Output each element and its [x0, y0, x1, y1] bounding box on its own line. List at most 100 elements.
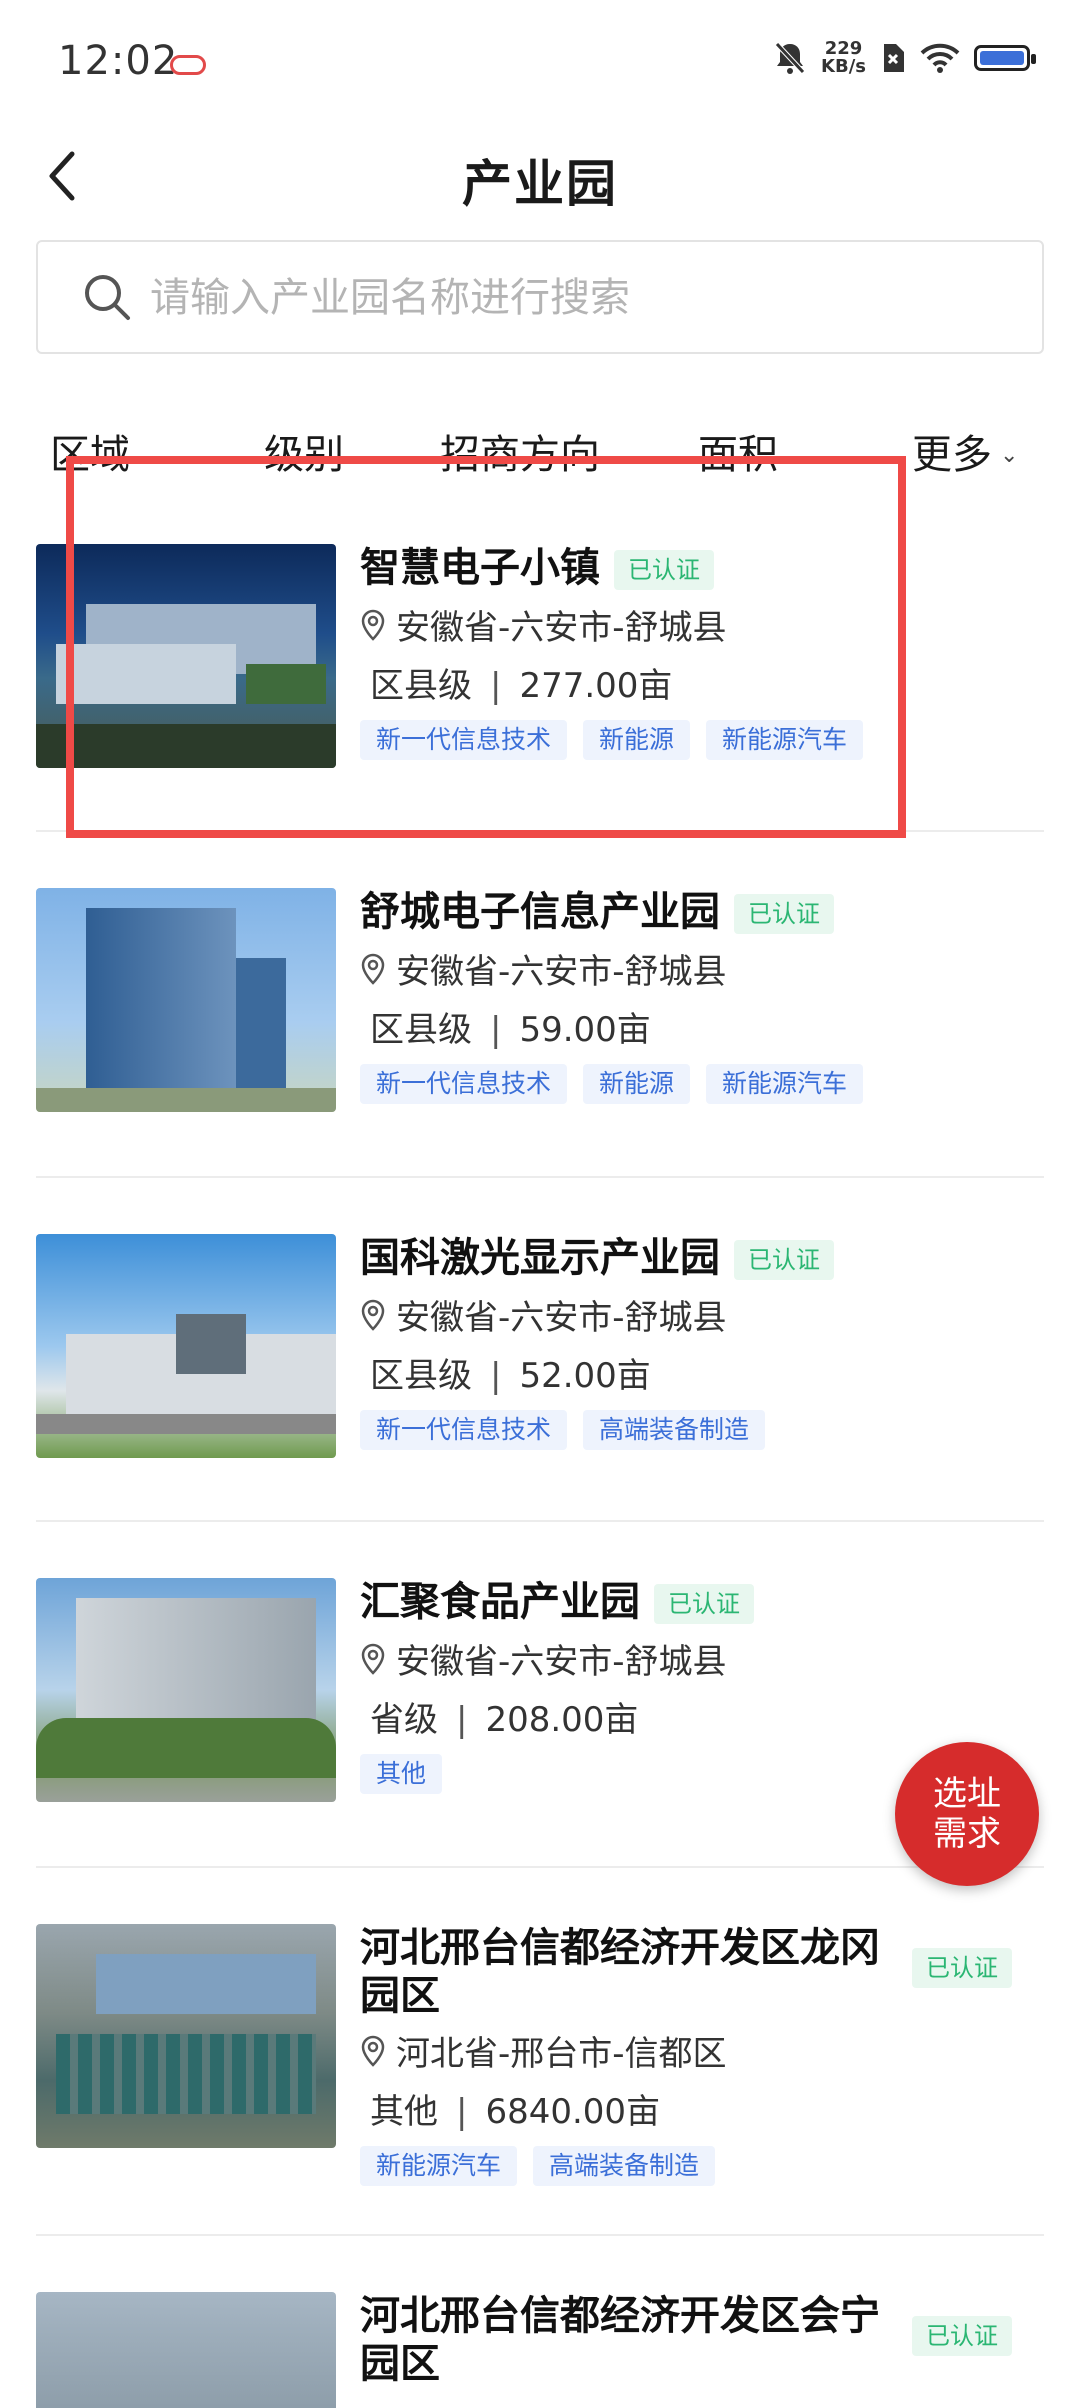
meta-separator: |	[456, 2092, 468, 2132]
park-card[interactable]: 国科激光显示产业园 已认证 安徽省-六安市-舒城县 区县级 | 52.00亩 新一代信…	[36, 1234, 1044, 1474]
park-location: 河北省-邢台市-信都区	[360, 2026, 727, 2075]
park-card[interactable]: 汇聚食品产业园 已认证 安徽省-六安市-舒城县 省级 | 208.00亩 其他	[36, 1578, 1044, 1818]
park-name-text: 智慧电子小镇	[360, 545, 600, 591]
park-thumbnail	[36, 1924, 336, 2148]
chevron-down-icon: ⌄	[352, 442, 371, 468]
park-card[interactable]: 智慧电子小镇 已认证 安徽省-六安市-舒城县 区县级 | 277.00亩 新一代信息技…	[36, 544, 1044, 784]
park-area: 208.00亩	[485, 1700, 639, 1740]
meta-separator: |	[490, 1356, 502, 1396]
park-area: 59.00亩	[519, 1010, 651, 1050]
park-name-text: 汇聚食品产业园	[360, 1579, 640, 1625]
filter-area-label: 面积	[698, 432, 778, 478]
verified-badge: 已认证	[734, 1240, 834, 1280]
location-pin-icon	[361, 1643, 385, 1675]
verified-badge: 已认证	[912, 1948, 1012, 1988]
park-meta: 区县级 | 277.00亩	[370, 658, 672, 707]
filter-investment-direction-label: 招商方向	[440, 432, 600, 478]
mute-bell-icon	[775, 42, 805, 74]
net-speed-unit: KB/s	[821, 56, 866, 77]
industry-tag: 新能源汽车	[360, 2146, 518, 2186]
park-name: 智慧电子小镇 已认证	[360, 544, 714, 592]
app-header: 产业园	[0, 120, 1080, 230]
park-location: 安徽省-六安市-舒城县	[360, 1290, 727, 1339]
net-speed: 229 KB/s	[821, 40, 866, 76]
status-bar: 12:02 229 KB/s	[0, 0, 1080, 120]
location-pin-icon	[361, 2035, 385, 2067]
search-bar[interactable]	[36, 240, 1044, 354]
divider	[36, 2234, 1044, 2236]
search-icon	[85, 275, 130, 320]
divider	[36, 1520, 1044, 1522]
park-card[interactable]: 舒城电子信息产业园 已认证 安徽省-六安市-舒城县 区县级 | 59.00亩 新一代信…	[36, 888, 1044, 1128]
industry-tag: 高端装备制造	[583, 1410, 766, 1450]
industry-tag: 其他	[360, 1754, 443, 1794]
park-tags: 其他	[360, 1754, 443, 1794]
filter-investment-direction[interactable]: 招商方向 ⌄	[440, 422, 626, 480]
location-pin-icon	[361, 1299, 385, 1331]
park-level: 区县级	[370, 666, 472, 706]
divider	[36, 1866, 1044, 1868]
park-name-line2: 园区	[360, 1973, 440, 2019]
status-time: 12:02	[58, 38, 179, 84]
filter-level[interactable]: 级别 ⌄	[264, 422, 370, 480]
park-location-text: 安徽省-六安市-舒城县	[396, 1642, 727, 1682]
park-location-text: 安徽省-六安市-舒城县	[396, 952, 727, 992]
filter-level-label: 级别	[264, 432, 344, 478]
park-thumbnail	[36, 1234, 336, 1458]
park-card[interactable]: 河北邢台信都经济开发区会宁 园区 已认证	[36, 2292, 1044, 2408]
park-tags: 新一代信息技术 新能源 新能源汽车	[360, 1064, 864, 1104]
industry-tag: 高端装备制造	[533, 2146, 716, 2186]
park-name: 河北邢台信都经济开发区会宁 园区	[360, 2292, 930, 2388]
park-name: 舒城电子信息产业园 已认证	[360, 888, 834, 936]
park-location: 安徽省-六安市-舒城县	[360, 944, 727, 993]
park-card[interactable]: 河北邢台信都经济开发区龙冈 园区 已认证 河北省-邢台市-信都区 其他 | 6840.…	[36, 1924, 1044, 2186]
park-thumbnail	[36, 888, 336, 1112]
park-meta: 省级 | 208.00亩	[370, 1692, 638, 1741]
park-level: 区县级	[370, 1010, 472, 1050]
park-name-line1: 河北邢台信都经济开发区会宁	[360, 2293, 880, 2339]
divider	[36, 830, 1044, 832]
park-name-line1: 河北邢台信都经济开发区龙冈	[360, 1925, 880, 1971]
verified-badge: 已认证	[734, 894, 834, 934]
park-name-line2: 园区	[360, 2341, 440, 2387]
filter-more[interactable]: 更多 ⌄	[912, 422, 1018, 480]
wifi-icon	[920, 43, 960, 73]
park-thumbnail	[36, 1578, 336, 1802]
park-area: 52.00亩	[519, 1356, 651, 1396]
park-name: 汇聚食品产业园 已认证	[360, 1578, 754, 1626]
industry-tag: 新一代信息技术	[360, 1410, 568, 1450]
park-meta: 区县级 | 59.00亩	[370, 1002, 651, 1051]
park-location-text: 河北省-邢台市-信都区	[396, 2034, 727, 2074]
industry-tag: 新能源汽车	[706, 720, 864, 760]
location-pin-icon	[361, 953, 385, 985]
fab-label-line2: 需求	[933, 1814, 1001, 1854]
battery-icon	[974, 45, 1036, 71]
park-location: 安徽省-六安市-舒城县	[360, 1634, 727, 1683]
park-location-text: 安徽省-六安市-舒城县	[396, 608, 727, 648]
park-thumbnail	[36, 544, 336, 768]
chevron-down-icon: ⌄	[1000, 442, 1019, 468]
verified-badge: 已认证	[912, 2316, 1012, 2356]
filter-more-label: 更多	[912, 432, 992, 478]
page-title: 产业园	[462, 155, 618, 213]
industry-tag: 新一代信息技术	[360, 1064, 568, 1104]
filter-area[interactable]: 面积 ⌄	[698, 422, 804, 480]
recording-indicator-icon	[170, 55, 206, 75]
park-location-text: 安徽省-六安市-舒城县	[396, 1298, 727, 1338]
park-location: 安徽省-六安市-舒城县	[360, 600, 727, 649]
industry-tag: 新能源	[583, 1064, 691, 1104]
search-input[interactable]	[148, 266, 1012, 330]
park-level: 区县级	[370, 1356, 472, 1396]
industry-tag: 新能源汽车	[706, 1064, 864, 1104]
no-sim-icon	[884, 44, 904, 72]
chevron-down-icon: ⌄	[786, 442, 805, 468]
park-meta: 区县级 | 52.00亩	[370, 1348, 651, 1397]
fab-label-line1: 选址	[933, 1774, 1001, 1814]
park-level: 其他	[370, 2092, 438, 2132]
chevron-down-icon: ⌄	[138, 442, 157, 468]
park-name-text: 国科激光显示产业园	[360, 1235, 720, 1281]
filter-bar: 区域 ⌄ 级别 ⌄ 招商方向 ⌄ 面积 ⌄ 更多 ⌄	[0, 408, 1080, 488]
filter-region[interactable]: 区域 ⌄	[50, 422, 156, 480]
site-selection-request-button[interactable]: 选址 需求	[895, 1742, 1039, 1886]
verified-badge: 已认证	[654, 1584, 754, 1624]
